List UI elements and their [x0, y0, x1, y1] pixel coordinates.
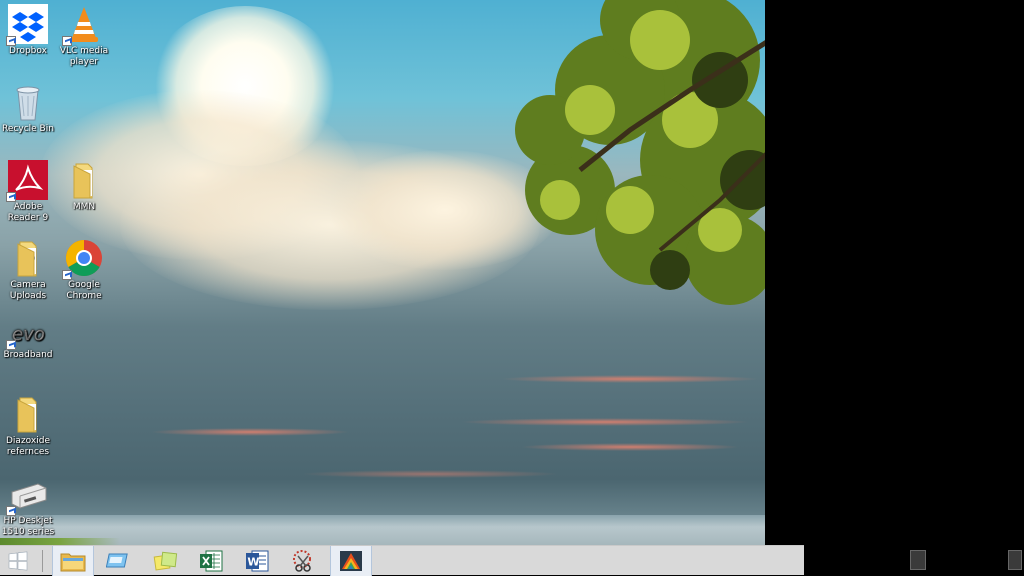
evo-icon: evo — [6, 318, 48, 350]
folder-icon — [8, 238, 48, 278]
snipping-tool-icon — [293, 550, 311, 572]
sticky-notes-icon — [153, 551, 178, 571]
desktop-icon-label: Camera Uploads — [9, 280, 47, 301]
desktop-icon-label: Diazoxide refernces — [6, 436, 50, 457]
grass — [0, 538, 120, 545]
desktop-icon-dropbox[interactable]: Dropbox — [0, 4, 56, 57]
desktop-icon-recycle-bin[interactable]: Recycle Bin — [0, 82, 56, 135]
cloud-streak — [520, 443, 740, 451]
taskbar-remote-desktop[interactable] — [98, 546, 140, 576]
start-button[interactable] — [0, 546, 36, 576]
desktop-icon-broadband[interactable]: evo Broadband — [0, 318, 56, 361]
file-explorer-icon — [60, 553, 86, 572]
svg-text:evo: evo — [12, 324, 45, 345]
taskbar-word[interactable]: W — [236, 546, 278, 576]
cloud-streak — [460, 418, 750, 426]
printer-icon — [6, 474, 48, 516]
windows-logo-icon — [8, 551, 28, 571]
remote-desktop-icon — [106, 553, 128, 568]
desktop-icon-adobe-reader[interactable]: Adobe Reader 9 — [0, 160, 56, 224]
desktop-icon-diazoxide[interactable]: Diazoxide refernces — [0, 394, 56, 458]
desktop-wallpaper — [0, 0, 765, 545]
tree-foliage — [515, 0, 765, 305]
taskbar-snipping-tool[interactable] — [282, 546, 324, 576]
avg-icon — [340, 551, 362, 571]
desktop-icon-label: Dropbox — [9, 46, 47, 56]
dropbox-icon — [6, 4, 48, 46]
desktop-icon-mmn[interactable]: MMN — [56, 160, 112, 213]
desktop-icon-label: VLC media player — [59, 46, 109, 67]
adobe-reader-icon — [6, 160, 48, 202]
black-screen-area — [765, 0, 1024, 545]
excel-icon — [200, 550, 223, 572]
taskbar-file-explorer[interactable] — [52, 546, 94, 576]
desktop-icon-vlc[interactable]: VLC media player — [56, 4, 112, 68]
desktop-icon-label: Broadband — [3, 350, 53, 360]
tray-show-desktop-icon[interactable] — [1008, 550, 1022, 570]
desktop-icon-google-chrome[interactable]: Google Chrome — [56, 238, 112, 302]
taskbar-avg[interactable] — [330, 546, 372, 576]
taskbar-separator — [42, 550, 43, 572]
tray-monitor-icon[interactable] — [910, 550, 926, 570]
desktop-icon-label: Adobe Reader 9 — [7, 202, 49, 223]
desktop-icon-label: Recycle Bin — [2, 124, 54, 134]
folder-icon — [64, 160, 104, 200]
folder-icon — [8, 394, 48, 434]
taskbar-excel[interactable] — [190, 546, 232, 576]
vlc-icon — [62, 4, 104, 46]
desktop-icon-camera-uploads[interactable]: Camera Uploads — [0, 238, 56, 302]
cloud-streak — [150, 428, 350, 436]
desktop-icon-label: MMN — [72, 202, 96, 212]
cloud-streak — [300, 470, 560, 478]
desktop-icon-hp-deskjet[interactable]: HP Deskjet 1510 series — [0, 474, 56, 538]
cloud-streak — [500, 375, 760, 383]
taskbar: W — [0, 545, 804, 576]
chrome-icon — [62, 238, 104, 280]
word-icon: W — [246, 550, 269, 572]
svg-text:W: W — [247, 556, 259, 569]
desktop-icon-label: Google Chrome — [66, 280, 102, 301]
desktop-icon-label: HP Deskjet 1510 series — [1, 516, 55, 537]
recycle-bin-icon — [8, 82, 48, 122]
taskbar-sticky-notes[interactable] — [144, 546, 186, 576]
